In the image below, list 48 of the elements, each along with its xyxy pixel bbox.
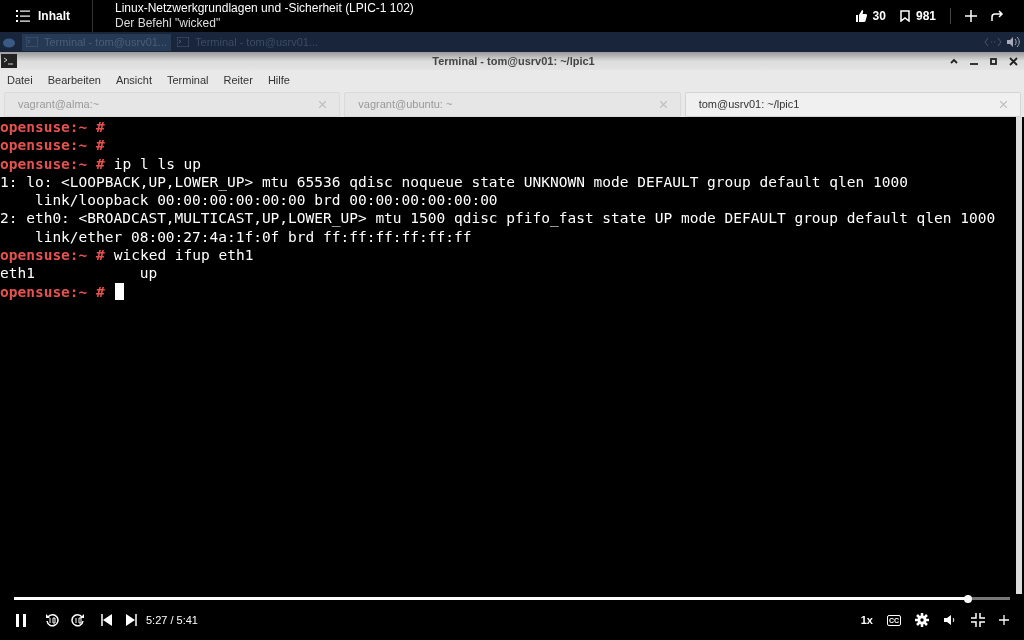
speed-button[interactable]: 1x bbox=[860, 611, 873, 629]
previous-icon[interactable] bbox=[101, 614, 112, 626]
shell-prompt: opensuse:~ # bbox=[0, 246, 105, 265]
next-icon[interactable] bbox=[126, 614, 137, 626]
terminal-tab[interactable]: tom@usrv01: ~/lpic1 bbox=[684, 92, 1021, 117]
command-output: link/loopback 00:00:00:00:00:00 brd 00:00:00:00:00:00 bbox=[33, 191, 498, 210]
menu-item[interactable]: Datei bbox=[7, 71, 33, 89]
terminal-icon bbox=[26, 37, 38, 47]
menu-item[interactable]: Ansicht bbox=[115, 71, 152, 89]
volume-icon[interactable] bbox=[943, 614, 957, 626]
list-icon bbox=[16, 10, 30, 22]
terminal-icon bbox=[177, 37, 190, 47]
settings-icon[interactable] bbox=[915, 613, 929, 627]
plus-icon[interactable] bbox=[999, 615, 1009, 625]
time-display: 5:27 / 5:41 bbox=[146, 612, 198, 628]
forward-10-icon[interactable] bbox=[71, 613, 85, 627]
speaker-icon[interactable] bbox=[1006, 36, 1020, 48]
shell-prompt: opensuse:~ # bbox=[0, 282, 105, 301]
shade-icon[interactable] bbox=[950, 58, 958, 64]
window-title: Terminal - tom@usrv01: ~/lpic1 bbox=[432, 53, 595, 69]
bookmark-icon bbox=[899, 10, 910, 22]
command-output: link/ether 08:00:27:4a:1f:0f brd ff:ff:ff:ff:ff:ff bbox=[33, 227, 472, 247]
exit-fullscreen-icon[interactable] bbox=[971, 613, 985, 627]
menu-item[interactable]: Hilfe bbox=[267, 71, 290, 89]
menu-item[interactable]: Reiter bbox=[223, 71, 253, 89]
video-title: Der Befehl "wicked" bbox=[115, 16, 222, 31]
like-button[interactable]: 30 bbox=[854, 7, 886, 25]
close-icon[interactable] bbox=[1009, 56, 1018, 66]
thumbs-up-icon bbox=[854, 10, 867, 22]
shell-prompt: opensuse:~ # bbox=[0, 154, 105, 173]
maximize-icon[interactable] bbox=[990, 57, 997, 65]
share-icon[interactable] bbox=[991, 10, 1004, 22]
plus-icon[interactable] bbox=[965, 10, 977, 22]
shell-prompt: opensuse:~ # bbox=[0, 118, 105, 137]
command-output: 2: eth0: <BROADCAST,MULTICAST,UP,LOWER_UP> mtu 1500 qdisc pfifo_fast state UP mode DEFAULT group default qlen 1000 bbox=[0, 209, 996, 228]
save-button[interactable]: 981 bbox=[899, 7, 936, 25]
progress-handle[interactable] bbox=[964, 594, 973, 603]
command-output: 1: lo: <LOOPBACK,UP,LOWER_UP> mtu 65536 qdisc noqueue state UNKNOWN mode DEFAULT group default qlen 1000 bbox=[0, 172, 908, 192]
menu-item[interactable]: Terminal bbox=[167, 71, 209, 89]
course-title: Linux-Netzwerkgrundlagen und -Sicherheit (LPIC-1 102) bbox=[115, 1, 414, 16]
terminal-icon bbox=[1, 54, 17, 68]
shell-command: wicked ifup eth1 bbox=[113, 246, 254, 265]
menu-item[interactable]: Bearbeiten bbox=[47, 71, 101, 89]
command-output: eth1 up bbox=[0, 264, 158, 283]
shell-prompt: opensuse:~ # bbox=[0, 136, 105, 155]
shell-command: ip l ls up bbox=[113, 154, 202, 173]
pause-icon[interactable] bbox=[15, 613, 27, 627]
rewind-10-icon[interactable] bbox=[45, 613, 59, 627]
